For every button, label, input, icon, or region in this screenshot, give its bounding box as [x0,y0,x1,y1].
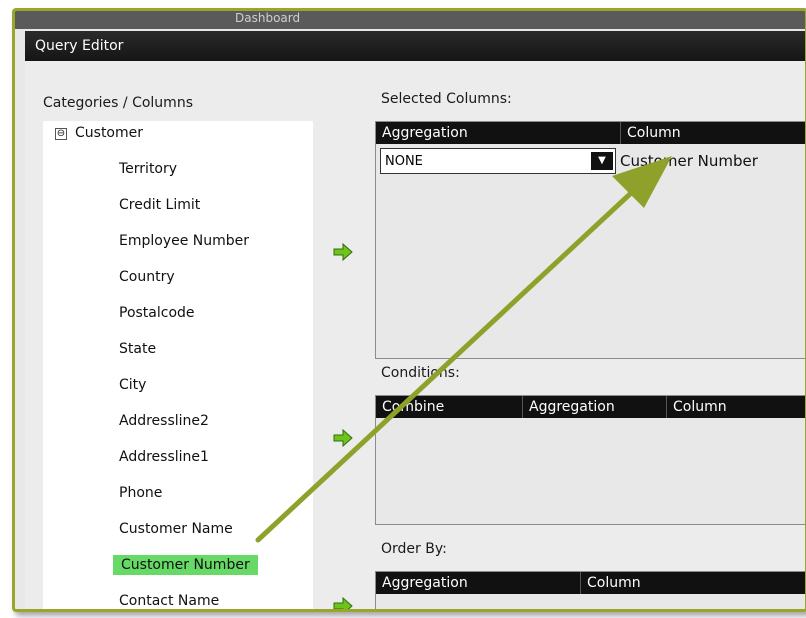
header-column[interactable]: Column [580,572,805,594]
tree-item-customer-number[interactable]: Customer Number [113,555,258,575]
tree-root-customer[interactable]: ⊖ Customer [55,125,143,141]
conditions-header: Combine Aggregation Column [376,396,805,418]
tree-item-postalcode[interactable]: Postalcode [119,305,195,321]
dropdown-caret-icon[interactable]: ▼ [591,152,613,170]
background-app-title: Dashboard [235,11,301,25]
tree-item-credit-limit[interactable]: Credit Limit [119,197,200,213]
aggregation-value: NONE [385,154,423,169]
header-aggregation[interactable]: Aggregation [522,396,665,418]
conditions-label: Conditions: [381,365,460,381]
header-column[interactable]: Column [620,122,805,144]
order-by-label: Order By: [381,541,447,557]
tree-item-employee-number[interactable]: Employee Number [119,233,249,249]
tree-item-phone[interactable]: Phone [119,485,162,501]
header-aggregation[interactable]: Aggregation [376,122,618,144]
add-column-arrow-icon[interactable] [333,243,353,261]
tree-item-addressline2[interactable]: Addressline2 [119,413,209,429]
categories-tree[interactable]: ⊖ Customer Territory Credit Limit Employe… [43,121,313,609]
background-app-strip: Dashboard [15,11,805,29]
tree-item-territory[interactable]: Territory [119,161,177,177]
add-order-arrow-icon[interactable] [333,597,353,612]
conditions-table: Combine Aggregation Column [375,395,805,525]
header-column[interactable]: Column [666,396,805,418]
order-by-header: Aggregation Column [376,572,805,594]
tree-item-state[interactable]: State [119,341,156,357]
header-combine[interactable]: Combine [376,396,520,418]
tree-item-country[interactable]: Country [119,269,175,285]
tree-root-label: Customer [75,125,144,141]
tree-item-customer-name[interactable]: Customer Name [119,521,233,537]
selected-columns-table: Aggregation Column NONE ▼ Customer Numbe… [375,121,805,359]
add-condition-arrow-icon[interactable] [333,429,353,447]
screenshot-frame: Dashboard Query Editor Categories / Colu… [12,8,806,612]
dialog-title: Query Editor [25,31,805,61]
selected-column-cell[interactable]: Customer Number [620,152,758,170]
categories-label: Categories / Columns [43,95,193,111]
header-aggregation[interactable]: Aggregation [376,572,578,594]
tree-item-addressline1[interactable]: Addressline1 [119,449,209,465]
selected-columns-header: Aggregation Column [376,122,805,144]
aggregation-dropdown[interactable]: NONE ▼ [380,148,616,174]
collapse-icon[interactable]: ⊖ [55,128,67,140]
tree-item-city[interactable]: City [119,377,146,393]
order-by-table: Aggregation Column [375,571,805,609]
selected-columns-label: Selected Columns: [381,91,512,107]
tree-item-contact-name[interactable]: Contact Name [119,593,219,609]
